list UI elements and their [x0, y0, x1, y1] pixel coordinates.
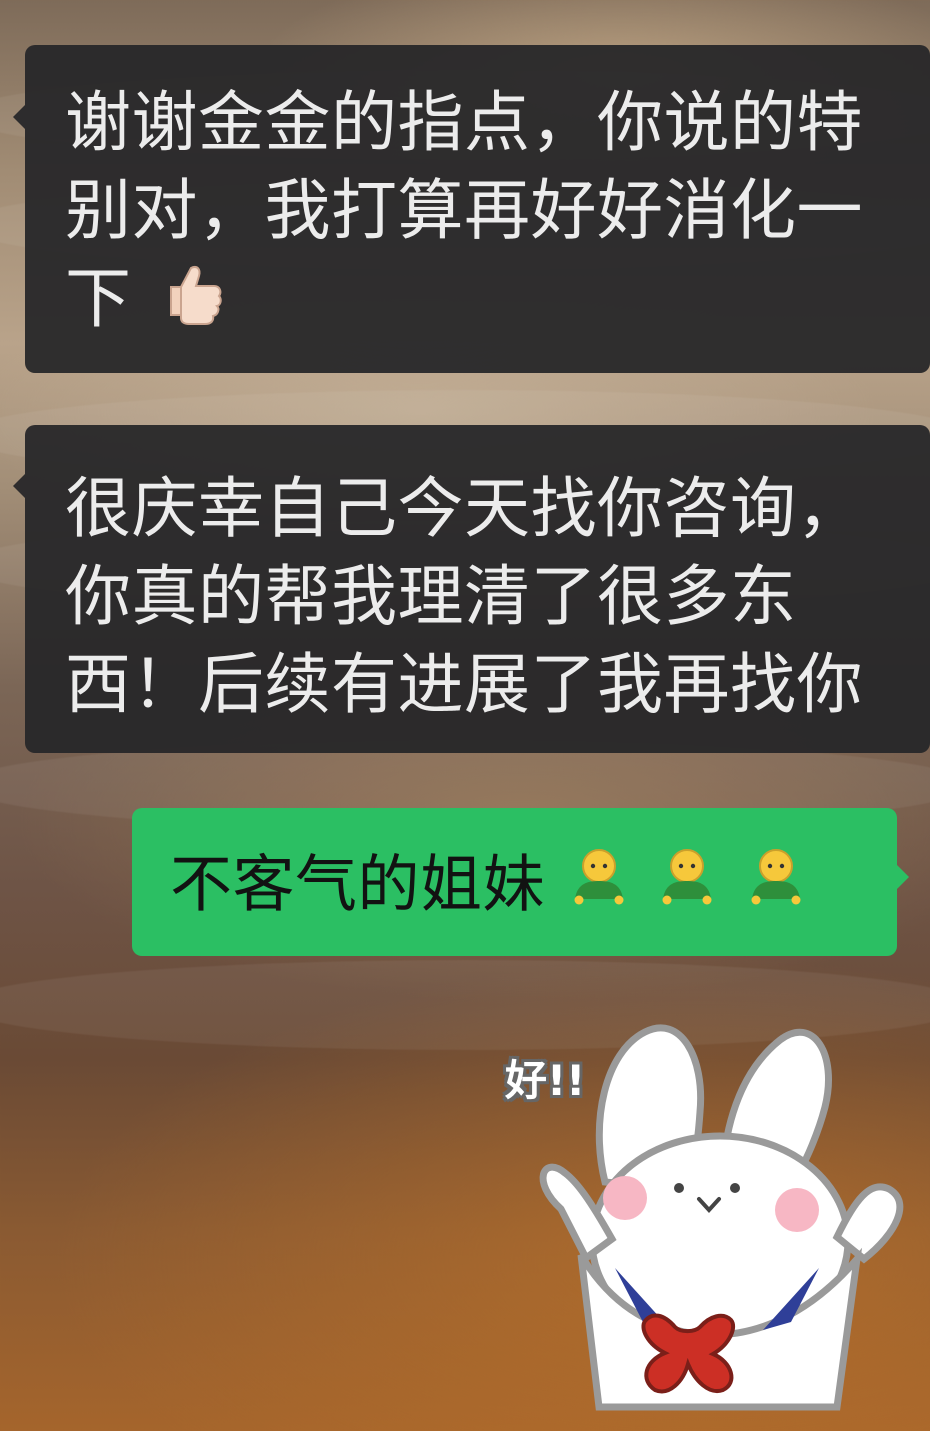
chat-area: 谢谢金金的指点，你说的特 别对，我打算再好好消化一 下 很庆幸自己今天找你咨询，…	[0, 0, 930, 1431]
message-text-line: 你真的帮我理清了很多东	[65, 557, 797, 635]
message-text-line: 很庆幸自己今天找你咨询，	[65, 470, 863, 547]
bubble-tail	[13, 474, 25, 498]
thumbs-up-light-skin-icon	[153, 256, 225, 350]
message-bubble-incoming-1[interactable]: 谢谢金金的指点，你说的特 别对，我打算再好好消化一 下	[13, 45, 930, 373]
message-text-segment: 不客气的姐妹	[170, 847, 546, 921]
bubble-tail	[897, 865, 909, 889]
bubble-tail	[13, 105, 25, 129]
message-bubble-outgoing-1[interactable]: 不客气的姐妹	[132, 808, 909, 956]
message-text-line: 西！后续有进展了我再找你	[65, 645, 863, 723]
person-green-icon	[742, 846, 810, 930]
message-bubble-incoming-2[interactable]: 很庆幸自己今天找你咨询， 你真的帮我理清了很多东 西！后续有进展了我再找你	[13, 425, 930, 753]
person-green-icon	[653, 846, 721, 930]
bunny-sticker[interactable]: 好!!	[495, 1012, 915, 1417]
message-text-segment: 下	[65, 259, 132, 337]
sticker-text: 好!!	[505, 1056, 586, 1105]
message-text-line: 下	[65, 255, 930, 350]
message-text-line: 谢谢金金的指点，你说的特	[65, 84, 863, 161]
message-text-line: 别对，我打算再好好消化一	[65, 171, 863, 249]
person-green-icon	[565, 846, 633, 930]
message-text-line: 不客气的姐妹	[170, 846, 897, 930]
